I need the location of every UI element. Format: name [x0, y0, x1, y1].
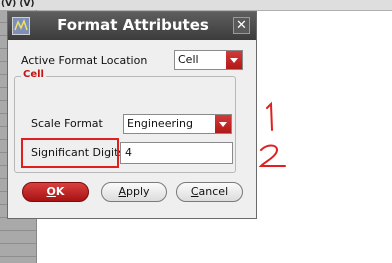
column-header-text: (V) (V) [1, 0, 35, 9]
cancel-mnemonic: C [190, 185, 199, 198]
cancel-label-rest: ancel [198, 185, 229, 198]
significant-digits-field[interactable]: 4 [120, 142, 233, 164]
ok-label-rest: K [55, 185, 65, 198]
scale-format-label: Scale Format [31, 117, 103, 130]
active-format-location-label: Active Format Location [21, 54, 148, 67]
ok-button[interactable]: OK [22, 182, 89, 202]
handwritten-annotation [258, 101, 286, 167]
cell-group-title: Cell [21, 69, 46, 80]
close-icon[interactable]: ✕ [233, 17, 250, 34]
dialog-titlebar[interactable]: Format Attributes ✕ [8, 12, 256, 40]
scale-format-value: Engineering [127, 117, 193, 130]
apply-mnemonic: A [118, 185, 126, 198]
active-format-location-value: Cell [178, 53, 199, 66]
app-icon [12, 17, 30, 35]
dialog-title: Format Attributes [57, 16, 209, 34]
spreadsheet-header-row: (V) (V) [0, 0, 392, 11]
ok-mnemonic: O [46, 185, 56, 198]
significant-digits-value: 4 [125, 146, 132, 159]
highlight-rectangle [21, 138, 119, 168]
apply-button[interactable]: Apply [101, 182, 167, 202]
chevron-down-icon[interactable] [226, 51, 242, 69]
apply-label-rest: pply [126, 185, 150, 198]
active-format-location-select[interactable]: Cell [174, 50, 243, 70]
scale-format-select[interactable]: Engineering [123, 114, 232, 134]
cancel-button[interactable]: Cancel [176, 182, 243, 202]
chevron-down-icon[interactable] [215, 115, 231, 133]
